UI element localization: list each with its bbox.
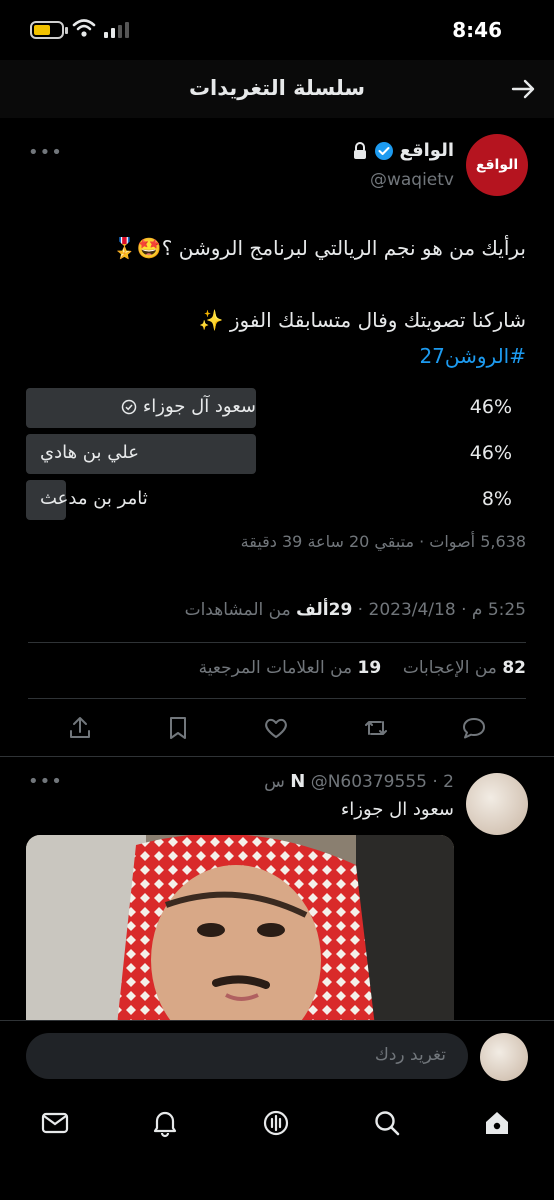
reply-tweet[interactable]: N @N60379555 · 2 س سعود ال جوزاء ••• bbox=[0, 757, 554, 1027]
avatar[interactable]: الواقع bbox=[466, 134, 528, 196]
poll-option-percent: 46% bbox=[469, 442, 512, 464]
author-handle: @waqietv bbox=[369, 170, 454, 190]
reply-text: سعود ال جوزاء bbox=[340, 799, 454, 820]
tweet-stats: 82 من الإعجابات 19 من العلامات المرجعية bbox=[199, 658, 526, 678]
avatar[interactable] bbox=[466, 773, 528, 835]
divider bbox=[28, 698, 526, 699]
author-row: الواقع bbox=[352, 140, 454, 161]
reply-image[interactable] bbox=[26, 835, 454, 1027]
reply-author-row: N @N60379555 · 2 س bbox=[264, 771, 454, 792]
spaces-icon[interactable] bbox=[261, 1108, 291, 1138]
home-icon[interactable] bbox=[482, 1108, 512, 1138]
bookmarks-stat[interactable]: 19 من العلامات المرجعية bbox=[199, 658, 382, 678]
verified-icon bbox=[374, 141, 393, 160]
like-icon[interactable] bbox=[262, 714, 290, 742]
top-header: سلسلة التغريدات bbox=[0, 60, 554, 118]
retweet-icon[interactable] bbox=[362, 714, 390, 742]
reply-author-name[interactable]: N bbox=[290, 771, 305, 792]
hashtag-link[interactable]: #الروشن27 bbox=[26, 338, 526, 374]
more-options-icon[interactable]: ••• bbox=[28, 771, 63, 792]
bookmark-icon[interactable] bbox=[164, 714, 192, 742]
poll-option[interactable]: ثامر بن مدعث 8% bbox=[26, 480, 526, 520]
page-title: سلسلة التغريدات bbox=[188, 76, 366, 100]
bottom-nav bbox=[0, 1100, 554, 1200]
messages-icon[interactable] bbox=[40, 1108, 70, 1138]
poll-option[interactable]: سعود آل جوزاء 46% bbox=[26, 388, 526, 428]
tweet-timestamp: 5:25 م · 2023/4/18 · 29ألف من المشاهدات bbox=[184, 600, 526, 620]
reply-composer: تغريد ردك bbox=[0, 1020, 554, 1100]
tweet-actions bbox=[0, 714, 554, 744]
poll-option-percent: 8% bbox=[481, 488, 512, 510]
wifi-icon bbox=[72, 19, 96, 37]
check-circle-icon bbox=[121, 399, 137, 414]
author-name[interactable]: الواقع bbox=[400, 140, 454, 161]
poll-option-percent: 46% bbox=[469, 396, 512, 418]
share-icon[interactable] bbox=[66, 714, 94, 742]
poll-option-label: سعود آل جوزاء bbox=[142, 396, 256, 417]
poll: سعود آل جوزاء 46% علي بن هادي 46% ثامر ب… bbox=[26, 388, 526, 551]
back-arrow-icon[interactable] bbox=[510, 76, 536, 102]
more-options-icon[interactable]: ••• bbox=[28, 142, 63, 163]
clock: 8:46 bbox=[452, 18, 502, 42]
likes-stat[interactable]: 82 من الإعجابات bbox=[403, 658, 526, 678]
notifications-icon[interactable] bbox=[150, 1108, 180, 1138]
search-icon[interactable] bbox=[372, 1108, 402, 1138]
poll-meta: 5,638 أصوات · متبقي 20 ساعة 39 دقيقة bbox=[240, 532, 526, 551]
tweet-text: برأيك من هو نجم الريالتي لبرنامج الروشن … bbox=[26, 230, 526, 374]
photo-image bbox=[26, 835, 454, 1027]
poll-option-label: ثامر بن مدعث bbox=[40, 488, 148, 509]
reply-icon[interactable] bbox=[460, 714, 488, 742]
poll-option-label: علي بن هادي bbox=[40, 442, 139, 463]
divider bbox=[28, 642, 526, 643]
status-bar: 8:46 bbox=[0, 0, 554, 60]
poll-option[interactable]: علي بن هادي 46% bbox=[26, 434, 526, 474]
reply-input[interactable]: تغريد ردك bbox=[26, 1033, 468, 1079]
lock-icon bbox=[353, 141, 366, 159]
avatar[interactable] bbox=[480, 1033, 528, 1081]
reply-handle: @N60379555 bbox=[310, 772, 427, 792]
signal-icon bbox=[104, 22, 129, 38]
battery-icon bbox=[30, 21, 68, 39]
